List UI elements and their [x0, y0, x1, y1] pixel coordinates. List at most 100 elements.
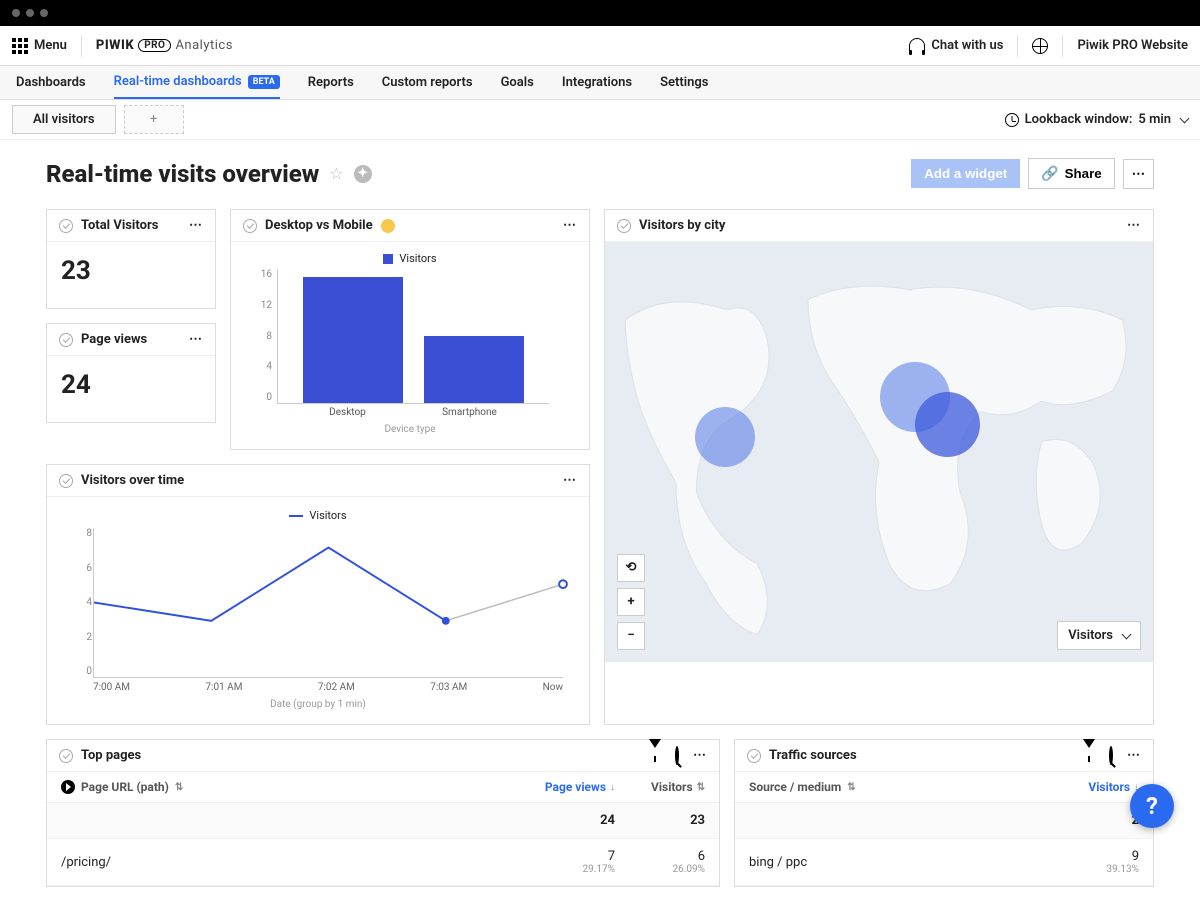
check-circle-icon	[59, 333, 73, 347]
dashboard-tab-all-visitors[interactable]: All visitors	[12, 105, 116, 134]
chart-legend: Visitors	[65, 503, 571, 522]
headset-icon	[909, 38, 925, 54]
sort-icon[interactable]: ⇅	[175, 782, 183, 793]
card-menu[interactable]: ⋯	[189, 332, 203, 347]
beta-badge: BETA	[248, 75, 280, 89]
window-titlebar	[0, 0, 1200, 26]
card-menu[interactable]: ⋯	[693, 748, 707, 763]
chevron-down-icon	[1180, 114, 1190, 124]
divider	[81, 35, 82, 57]
page-header: Real-time visits overview ☆ ✦ Add a widg…	[0, 140, 1200, 199]
page-more-menu[interactable]: ⋯	[1123, 159, 1154, 189]
traffic-light-max[interactable]	[40, 9, 48, 17]
share-button[interactable]: 🔗 Share	[1028, 158, 1114, 189]
lookback-window[interactable]: Lookback window: 5 min	[1005, 112, 1188, 127]
chat-with-us[interactable]: Chat with us	[909, 38, 1003, 54]
nav-tab[interactable]: Reports	[308, 66, 354, 99]
page-title: Real-time visits overview	[46, 160, 319, 188]
sort-icon[interactable]: ⇅	[847, 782, 855, 793]
check-circle-icon	[59, 474, 73, 488]
card-menu[interactable]: ⋯	[1127, 748, 1141, 763]
map-bubble[interactable]	[695, 407, 755, 467]
traffic-light-min[interactable]	[26, 9, 34, 17]
metric-value: 24	[47, 356, 215, 422]
filter-button[interactable]	[649, 748, 661, 763]
menu-label: Menu	[34, 38, 67, 53]
filter-icon	[1083, 739, 1095, 763]
bar-chart: 1612840	[277, 269, 549, 404]
grid-icon	[12, 38, 28, 54]
table-summary-row: 24 23	[47, 803, 719, 839]
axis-caption: Device type	[241, 424, 579, 435]
card-menu[interactable]: ⋯	[563, 473, 577, 488]
filter-button[interactable]	[1083, 748, 1095, 763]
nav-tab[interactable]: Dashboards	[16, 66, 86, 99]
card-top-pages: Top pages ⋯ Page URL (path) ⇅ Page views…	[46, 739, 720, 887]
clock-icon	[1005, 113, 1019, 127]
check-circle-icon	[59, 749, 73, 763]
check-circle-icon	[747, 749, 761, 763]
map-reset-button[interactable]: ⟲	[617, 554, 645, 582]
info-icon[interactable]: ✦	[354, 165, 372, 183]
map-zoom-in-button[interactable]: +	[617, 588, 645, 616]
chevron-down-icon	[1122, 630, 1132, 640]
add-widget-button[interactable]: Add a widget	[911, 159, 1020, 188]
card-menu[interactable]: ⋯	[189, 218, 203, 233]
brand-logo[interactable]: PIWIK PRO Analytics	[96, 38, 233, 53]
check-circle-icon	[59, 219, 73, 233]
divider	[1062, 35, 1063, 57]
warning-dot-icon	[381, 219, 395, 233]
card-visitors-over-time: Visitors over time ⋯ Visitors 86420 7:00…	[46, 464, 590, 725]
search-button[interactable]	[1109, 748, 1113, 763]
table-header: Source / medium ⇅ Visitors↓	[735, 772, 1153, 803]
col-visitors[interactable]: Visitors↓	[1049, 780, 1139, 794]
table-header: Page URL (path) ⇅ Page views↓ Visitors⇅	[47, 772, 719, 803]
card-visitors-by-city: Visitors by city ⋯ ⟲ + − Visitors	[604, 209, 1154, 725]
nav-tab[interactable]: Settings	[660, 66, 708, 99]
table-row[interactable]: /pricing/729.17%626.09%	[47, 839, 719, 886]
nav-tab[interactable]: Integrations	[562, 66, 632, 99]
table-row[interactable]: bing / ppc939.13%	[735, 839, 1153, 886]
nav-tab[interactable]: Real-time dashboardsBETA	[114, 66, 280, 99]
axis-caption: Date (group by 1 min)	[65, 699, 571, 710]
map-zoom-out-button[interactable]: −	[617, 622, 645, 650]
nav-tabs: Dashboards Real-time dashboardsBETA Report…	[0, 66, 1200, 100]
link-icon: 🔗	[1041, 165, 1058, 182]
card-total-visitors: Total Visitors ⋯ 23	[46, 209, 216, 309]
search-icon	[675, 746, 679, 765]
globe-icon[interactable]	[1032, 38, 1048, 54]
menu-button[interactable]: Menu	[12, 38, 67, 54]
divider	[1017, 35, 1018, 57]
card-page-views: Page views ⋯ 24	[46, 323, 216, 423]
check-circle-icon	[243, 219, 257, 233]
search-button[interactable]	[675, 748, 679, 763]
nav-tab[interactable]: Custom reports	[382, 66, 473, 99]
nav-tab[interactable]: Goals	[501, 66, 534, 99]
legend-swatch	[289, 515, 303, 517]
card-desktop-vs-mobile: Desktop vs Mobile ⋯ Visitors 1612840 Des…	[230, 209, 590, 450]
table-summary-row: 2	[735, 803, 1153, 839]
website-selector[interactable]: Piwik PRO Website	[1077, 38, 1188, 53]
card-menu[interactable]: ⋯	[1127, 218, 1141, 233]
line-chart: 86420	[93, 528, 563, 678]
check-circle-icon	[617, 219, 631, 233]
filter-icon	[649, 739, 661, 763]
chart-legend: Visitors	[241, 246, 579, 265]
col-visitors[interactable]: Visitors⇅	[615, 780, 705, 794]
add-dashboard-tab[interactable]: +	[124, 105, 184, 134]
card-menu[interactable]: ⋯	[563, 218, 577, 233]
map-metric-select[interactable]: Visitors	[1057, 621, 1141, 650]
star-icon[interactable]: ☆	[329, 164, 343, 183]
traffic-light-close[interactable]	[12, 9, 20, 17]
metric-value: 23	[47, 242, 215, 308]
search-icon	[1109, 746, 1113, 765]
sub-bar: All visitors + Lookback window: 5 min	[0, 100, 1200, 140]
world-map[interactable]: ⟲ + − Visitors	[605, 242, 1153, 662]
help-fab[interactable]: ?	[1130, 784, 1174, 828]
top-bar: Menu PIWIK PRO Analytics Chat with us Pi…	[0, 26, 1200, 66]
col-page-views[interactable]: Page views↓	[525, 780, 615, 794]
legend-swatch	[383, 254, 393, 264]
play-icon[interactable]	[61, 780, 75, 794]
map-bubble[interactable]	[915, 392, 980, 457]
card-traffic-sources: Traffic sources ⋯ Source / medium ⇅ Visi…	[734, 739, 1154, 887]
